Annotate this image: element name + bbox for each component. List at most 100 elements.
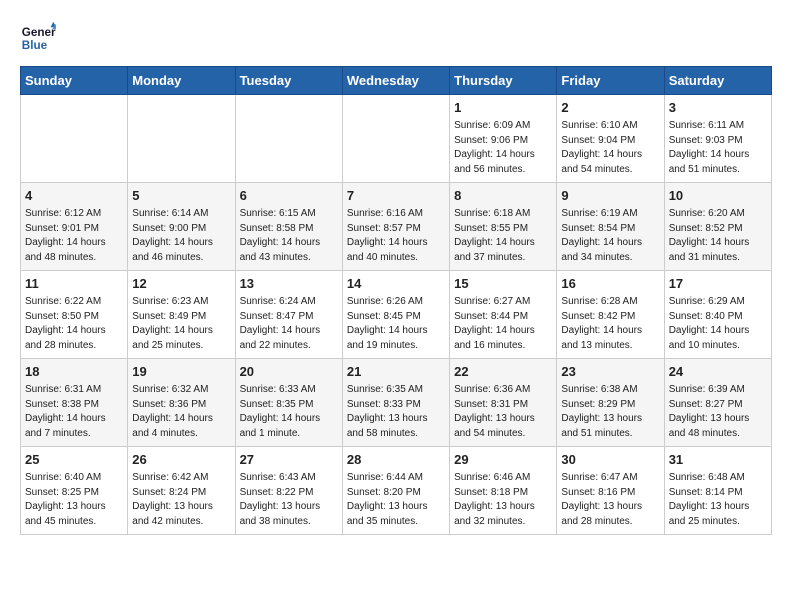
day-cell [128, 95, 235, 183]
day-cell: 30 Sunrise: 6:47 AM Sunset: 8:16 PM Dayli… [557, 447, 664, 535]
day-cell: 11Sunrise: 6:22 AM Sunset: 8:50 PM Dayli… [21, 271, 128, 359]
col-header-wednesday: Wednesday [342, 67, 449, 95]
day-number: 17 [669, 275, 767, 293]
day-cell: 20 Sunrise: 6:33 AM Sunset: 8:35 PM Dayli… [235, 359, 342, 447]
day-number: 21 [347, 363, 445, 381]
day-info: Sunrise: 6:23 AM Sunset: 8:49 PM Dayligh… [132, 295, 230, 353]
day-cell: 18 Sunrise: 6:31 AM Sunset: 8:38 PM Dayli… [21, 359, 128, 447]
day-number: 7 [347, 187, 445, 205]
day-cell: 7 Sunrise: 6:16 AM Sunset: 8:57 PM Daylig… [342, 183, 449, 271]
col-header-saturday: Saturday [664, 67, 771, 95]
week-row-1: 1 Sunrise: 6:09 AM Sunset: 9:06 PM Daylig… [21, 95, 772, 183]
day-info: Sunrise: 6:09 AM Sunset: 9:06 PM Dayligh… [454, 119, 552, 177]
day-info: Sunrise: 6:48 AM Sunset: 8:14 PM Dayligh… [669, 471, 767, 529]
day-number: 30 [561, 451, 659, 469]
svg-text:Blue: Blue [22, 39, 48, 52]
day-info: Sunrise: 6:18 AM Sunset: 8:55 PM Dayligh… [454, 207, 552, 265]
day-number: 29 [454, 451, 552, 469]
day-cell: 4 Sunrise: 6:12 AM Sunset: 9:01 PM Daylig… [21, 183, 128, 271]
day-cell [342, 95, 449, 183]
day-info: Sunrise: 6:24 AM Sunset: 8:47 PM Dayligh… [240, 295, 338, 353]
day-cell: 1 Sunrise: 6:09 AM Sunset: 9:06 PM Daylig… [450, 95, 557, 183]
day-info: Sunrise: 6:31 AM Sunset: 8:38 PM Dayligh… [25, 383, 123, 441]
day-number: 2 [561, 99, 659, 117]
day-number: 25 [25, 451, 123, 469]
day-info: Sunrise: 6:11 AM Sunset: 9:03 PM Dayligh… [669, 119, 767, 177]
day-cell: 19 Sunrise: 6:32 AM Sunset: 8:36 PM Dayli… [128, 359, 235, 447]
col-header-sunday: Sunday [21, 67, 128, 95]
day-info: Sunrise: 6:38 AM Sunset: 8:29 PM Dayligh… [561, 383, 659, 441]
day-number: 14 [347, 275, 445, 293]
day-number: 9 [561, 187, 659, 205]
day-info: Sunrise: 6:26 AM Sunset: 8:45 PM Dayligh… [347, 295, 445, 353]
day-info: Sunrise: 6:46 AM Sunset: 8:18 PM Dayligh… [454, 471, 552, 529]
day-number: 16 [561, 275, 659, 293]
day-cell: 24 Sunrise: 6:39 AM Sunset: 8:27 PM Dayli… [664, 359, 771, 447]
day-number: 3 [669, 99, 767, 117]
day-cell: 29 Sunrise: 6:46 AM Sunset: 8:18 PM Dayli… [450, 447, 557, 535]
day-cell: 16 Sunrise: 6:28 AM Sunset: 8:42 PM Dayli… [557, 271, 664, 359]
day-info: Sunrise: 6:12 AM Sunset: 9:01 PM Dayligh… [25, 207, 123, 265]
day-cell: 23 Sunrise: 6:38 AM Sunset: 8:29 PM Dayli… [557, 359, 664, 447]
day-info: Sunrise: 6:44 AM Sunset: 8:20 PM Dayligh… [347, 471, 445, 529]
day-info: Sunrise: 6:28 AM Sunset: 8:42 PM Dayligh… [561, 295, 659, 353]
day-number: 5 [132, 187, 230, 205]
week-row-2: 4 Sunrise: 6:12 AM Sunset: 9:01 PM Daylig… [21, 183, 772, 271]
logo: General Blue [20, 20, 60, 56]
week-row-5: 25Sunrise: 6:40 AM Sunset: 8:25 PM Dayli… [21, 447, 772, 535]
day-number: 22 [454, 363, 552, 381]
day-info: Sunrise: 6:22 AM Sunset: 8:50 PM Dayligh… [25, 295, 123, 353]
day-info: Sunrise: 6:33 AM Sunset: 8:35 PM Dayligh… [240, 383, 338, 441]
day-number: 28 [347, 451, 445, 469]
day-info: Sunrise: 6:42 AM Sunset: 8:24 PM Dayligh… [132, 471, 230, 529]
day-cell: 28 Sunrise: 6:44 AM Sunset: 8:20 PM Dayli… [342, 447, 449, 535]
day-cell: 5 Sunrise: 6:14 AM Sunset: 9:00 PM Daylig… [128, 183, 235, 271]
day-number: 20 [240, 363, 338, 381]
day-info: Sunrise: 6:47 AM Sunset: 8:16 PM Dayligh… [561, 471, 659, 529]
day-info: Sunrise: 6:19 AM Sunset: 8:54 PM Dayligh… [561, 207, 659, 265]
day-number: 15 [454, 275, 552, 293]
day-info: Sunrise: 6:14 AM Sunset: 9:00 PM Dayligh… [132, 207, 230, 265]
day-cell: 10Sunrise: 6:20 AM Sunset: 8:52 PM Dayli… [664, 183, 771, 271]
day-number: 24 [669, 363, 767, 381]
day-cell: 26 Sunrise: 6:42 AM Sunset: 8:24 PM Dayli… [128, 447, 235, 535]
logo-icon: General Blue [20, 20, 56, 56]
day-info: Sunrise: 6:20 AM Sunset: 8:52 PM Dayligh… [669, 207, 767, 265]
day-info: Sunrise: 6:15 AM Sunset: 8:58 PM Dayligh… [240, 207, 338, 265]
day-number: 31 [669, 451, 767, 469]
day-number: 1 [454, 99, 552, 117]
day-cell: 22Sunrise: 6:36 AM Sunset: 8:31 PM Dayli… [450, 359, 557, 447]
day-cell: 2 Sunrise: 6:10 AM Sunset: 9:04 PM Daylig… [557, 95, 664, 183]
day-number: 6 [240, 187, 338, 205]
day-cell: 12 Sunrise: 6:23 AM Sunset: 8:49 PM Dayli… [128, 271, 235, 359]
day-cell: 27Sunrise: 6:43 AM Sunset: 8:22 PM Dayli… [235, 447, 342, 535]
day-info: Sunrise: 6:27 AM Sunset: 8:44 PM Dayligh… [454, 295, 552, 353]
day-cell: 8 Sunrise: 6:18 AM Sunset: 8:55 PM Daylig… [450, 183, 557, 271]
day-number: 26 [132, 451, 230, 469]
col-header-friday: Friday [557, 67, 664, 95]
col-header-thursday: Thursday [450, 67, 557, 95]
col-header-monday: Monday [128, 67, 235, 95]
col-header-tuesday: Tuesday [235, 67, 342, 95]
day-number: 4 [25, 187, 123, 205]
day-info: Sunrise: 6:39 AM Sunset: 8:27 PM Dayligh… [669, 383, 767, 441]
day-cell: 31 Sunrise: 6:48 AM Sunset: 8:14 PM Dayli… [664, 447, 771, 535]
day-number: 12 [132, 275, 230, 293]
day-info: Sunrise: 6:32 AM Sunset: 8:36 PM Dayligh… [132, 383, 230, 441]
day-number: 23 [561, 363, 659, 381]
day-cell [21, 95, 128, 183]
day-cell: 17 Sunrise: 6:29 AM Sunset: 8:40 PM Dayli… [664, 271, 771, 359]
day-cell: 13 Sunrise: 6:24 AM Sunset: 8:47 PM Dayli… [235, 271, 342, 359]
day-number: 8 [454, 187, 552, 205]
day-info: Sunrise: 6:43 AM Sunset: 8:22 PM Dayligh… [240, 471, 338, 529]
day-info: Sunrise: 6:10 AM Sunset: 9:04 PM Dayligh… [561, 119, 659, 177]
calendar-table: SundayMondayTuesdayWednesdayThursdayFrid… [20, 66, 772, 535]
day-number: 19 [132, 363, 230, 381]
day-info: Sunrise: 6:29 AM Sunset: 8:40 PM Dayligh… [669, 295, 767, 353]
day-info: Sunrise: 6:16 AM Sunset: 8:57 PM Dayligh… [347, 207, 445, 265]
day-cell: 14 Sunrise: 6:26 AM Sunset: 8:45 PM Dayli… [342, 271, 449, 359]
week-row-4: 18 Sunrise: 6:31 AM Sunset: 8:38 PM Dayli… [21, 359, 772, 447]
day-headers-row: SundayMondayTuesdayWednesdayThursdayFrid… [21, 67, 772, 95]
day-number: 18 [25, 363, 123, 381]
day-number: 13 [240, 275, 338, 293]
